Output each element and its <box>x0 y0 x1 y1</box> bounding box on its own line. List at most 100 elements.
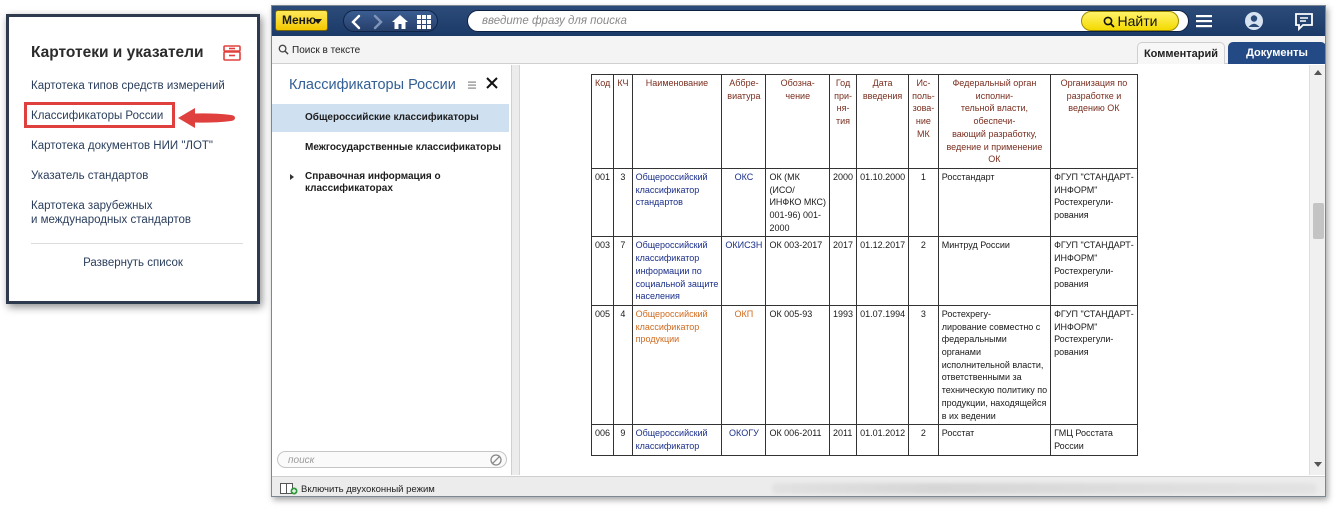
expand-list-link[interactable]: Развернуть список <box>9 257 257 269</box>
reference-info-line-1: Справочная информация о <box>305 171 441 182</box>
two-window-icon <box>280 483 298 495</box>
close-icon[interactable] <box>485 76 499 90</box>
find-in-text-label: Поиск в тексте <box>292 45 361 56</box>
two-window-mode-toggle[interactable]: Включить двухоконный режим <box>280 482 435 495</box>
cell-line: вающий разработку, <box>952 128 1037 139</box>
cell-line: Федеральный орган <box>952 78 1037 88</box>
cell-line: в их ведении <box>941 410 996 421</box>
cell-line: тия <box>836 116 851 127</box>
header-date: Дата введения <box>856 74 910 169</box>
find-in-text-link[interactable]: Поиск в тексте <box>278 44 360 56</box>
cell-line: классификатор <box>635 440 700 451</box>
cell-year: 2011 <box>829 424 858 456</box>
chevron-down-icon <box>314 19 322 24</box>
vertical-scrollbar[interactable] <box>1309 65 1325 475</box>
home-icon[interactable] <box>390 13 410 31</box>
cell-line: КЧ <box>617 78 629 88</box>
clear-icon[interactable] <box>490 454 502 466</box>
header-designation: Обозна-чение <box>765 74 831 169</box>
cell-line: стандартов <box>635 197 683 208</box>
cell-line: Общероссийский <box>635 171 708 182</box>
cell-line: населения <box>635 291 680 302</box>
scroll-thumb[interactable] <box>1313 203 1324 239</box>
cell-line: поль- <box>912 90 935 101</box>
cell-kch: 7 <box>613 236 633 306</box>
header-name: Наименование <box>631 74 723 169</box>
tab-documents[interactable]: Документы <box>1228 42 1325 64</box>
cell-name-link[interactable]: Общероссийский классификатор продукции <box>631 304 723 426</box>
search-icon <box>278 44 289 55</box>
cell-line: ОК (МК <box>769 171 800 182</box>
back-icon[interactable] <box>347 13 367 31</box>
cell-name-link[interactable]: Общероссийский классификатор стандартов <box>631 167 723 238</box>
cell-line: ОК 006-2011 <box>769 428 822 439</box>
classifier-item-reference-info[interactable]: Справочная информация о классификаторах <box>272 171 509 195</box>
header-abbr: Аббре-виатура <box>721 74 767 169</box>
card-item-international-standards[interactable]: и международных стандартов <box>31 213 191 227</box>
cell-line: ГМЦ Росстата <box>1054 428 1113 439</box>
scroll-down-icon[interactable] <box>1314 462 1322 467</box>
expand-arrow-icon <box>290 174 294 180</box>
cell-organization: ФГУП "СТАНДАРТ- ИНФОРМ" Ростехрегули-рован… <box>1050 167 1138 238</box>
cell-abbr-link[interactable]: ОКП <box>721 304 767 426</box>
panel-search-input[interactable] <box>288 454 478 466</box>
cell-abbr-link[interactable]: ОКОГУ <box>721 424 767 456</box>
hamburger-icon[interactable] <box>1192 9 1216 33</box>
cell-line: Общероссийский <box>635 428 708 439</box>
cell-kch: 9 <box>613 424 633 456</box>
table-row: 005 4 Общероссийский классификатор продукции… <box>590 304 1138 426</box>
cell-line: лирование совместно с <box>941 321 1041 332</box>
cell-line: ИНФОРМ" <box>1054 184 1098 195</box>
status-bar: Включить двухоконный режим <box>272 476 1325 496</box>
panel-search-box <box>277 451 507 468</box>
classifier-item-interstate[interactable]: Межгосударственные классификаторы <box>272 139 509 157</box>
scroll-up-icon[interactable] <box>1314 70 1322 75</box>
cell-line: Ростехрегули- <box>1054 334 1114 345</box>
cell-line: обеспечи- <box>973 116 1016 127</box>
grid-icon[interactable] <box>414 13 434 31</box>
cell-mk: 2 <box>908 424 939 456</box>
card-item-nii-lot[interactable]: Картотека документов НИИ "ЛОТ" <box>31 139 213 153</box>
panel-splitter[interactable] <box>512 65 520 475</box>
cell-line: ИНФОРМ" <box>1054 321 1098 332</box>
list-menu-icon[interactable] <box>467 80 477 90</box>
cell-line: рования <box>1054 278 1089 289</box>
cell-code: 005 <box>590 304 615 426</box>
table-row: 003 7 Общероссийский классификатор информаци… <box>590 236 1138 306</box>
cell-line: ИНФКО МКС) <box>769 197 827 208</box>
card-item-measuring-types[interactable]: Картотека типов средств измерений <box>31 79 225 93</box>
cell-line: виатура <box>727 90 761 101</box>
selection-highlight-box <box>24 102 175 128</box>
header-mk: Ис-поль-зова-ние МК <box>908 74 939 169</box>
header-year: Год при-ня-тия <box>829 74 858 169</box>
cell-line: ОК 003-2017 <box>769 240 823 251</box>
find-button[interactable]: Найти <box>1081 11 1179 31</box>
classifier-item-all-russian[interactable]: Общероссийские классификаторы <box>272 104 509 132</box>
card-item-standards-index[interactable]: Указатель стандартов <box>31 169 148 183</box>
find-button-label: Найти <box>1117 13 1158 29</box>
cell-line: исполни- <box>975 90 1014 101</box>
menu-button[interactable]: Меню <box>275 10 328 31</box>
cell-line: классификатор <box>635 253 700 264</box>
search-input[interactable] <box>482 13 1072 29</box>
cell-name-link[interactable]: Общероссийский классификатор информации по… <box>631 236 723 306</box>
cell-line: введения <box>862 90 903 101</box>
cell-line: социальной защите <box>635 278 719 289</box>
header-kch: КЧ <box>613 74 633 169</box>
card-title: Картотеки и указатели <box>31 44 204 61</box>
tab-comment[interactable]: Комментарий <box>1137 42 1225 64</box>
cell-designation: ОК 006-2011 <box>765 424 831 456</box>
cell-name-link[interactable]: Общероссийский классификатор <box>631 424 723 456</box>
left-panel: Классификаторы России Общероссийские кла… <box>272 65 512 475</box>
nav-button-group <box>343 10 438 32</box>
card-item-foreign-standards[interactable]: Картотека зарубежных <box>31 199 153 213</box>
cell-code: 001 <box>590 167 615 238</box>
cell-line: Наименование <box>645 78 709 88</box>
cell-abbr-link[interactable]: ОКИСЗН <box>721 236 767 306</box>
cell-line: (ИСО/ <box>769 184 795 195</box>
feedback-icon[interactable] <box>1292 9 1316 33</box>
cell-abbr-link[interactable]: ОКС <box>721 167 767 238</box>
forward-icon[interactable] <box>367 13 387 31</box>
cell-line: продукции <box>635 334 680 345</box>
user-icon[interactable] <box>1242 9 1266 33</box>
